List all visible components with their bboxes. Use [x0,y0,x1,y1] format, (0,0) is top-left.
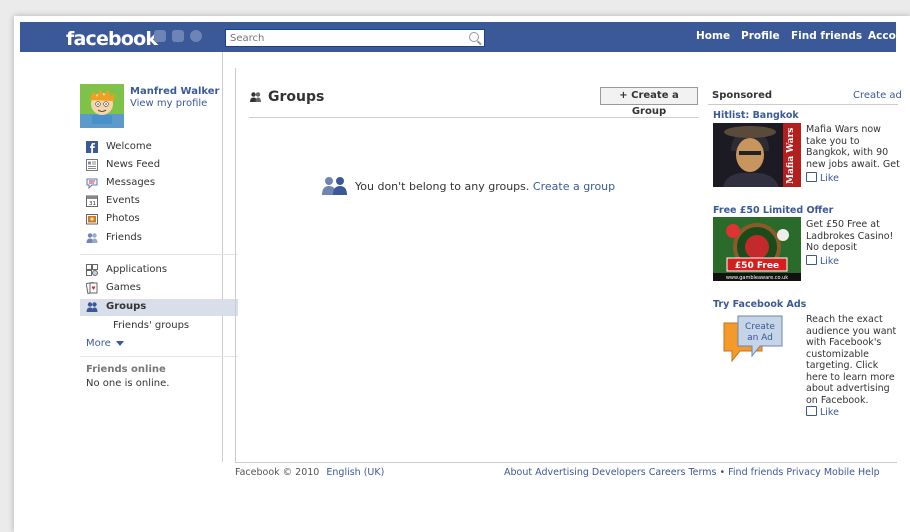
ad2-title[interactable]: Free £50 Limited Offer [713,205,833,216]
nav-home[interactable]: Home [696,30,730,42]
ad1-title[interactable]: Hitlist: Bangkok [713,110,799,121]
create-ad-link[interactable]: Create ad [853,90,902,101]
ad2-image[interactable]: £50 Free www.gambleaware.co.uk [713,217,801,281]
groups-title-icon [250,92,261,102]
create-group-button[interactable]: + Create a Group [600,87,698,117]
ad1-image[interactable]: Mafia Wars [713,123,801,187]
footer-help[interactable]: Help [858,467,880,478]
ad2-image-caption: www.gambleaware.co.uk [726,275,788,281]
photos-icon [86,214,98,225]
language-link[interactable]: English (UK) [326,467,384,478]
sidebar-divider [80,254,238,255]
nav-find-friends[interactable]: Find friends [791,30,862,42]
ad3-like[interactable]: Like [806,406,839,418]
user-name[interactable]: Manfred Walker [130,86,219,97]
footer-divider [235,462,897,463]
more-link[interactable]: More [86,338,124,349]
ad1-text: Mafia Wars now take you to Bangkok, with… [806,124,900,171]
empty-message: You don't belong to any groups. Create a… [355,180,616,193]
svg-text:Create: Create [745,322,775,332]
footer-advertising[interactable]: Advertising [535,467,589,478]
sidebar-item-games[interactable]: Games [86,282,238,298]
create-group-link[interactable]: Create a group [533,180,615,193]
thumbs-up-icon [806,255,817,265]
footer-terms[interactable]: Terms [688,467,716,478]
screen: { "header": { "logo": "facebook", "searc… [0,0,910,532]
footer-bullet: • [719,467,726,478]
footer-mobile[interactable]: Mobile [824,467,855,478]
main-left-border [235,68,236,462]
footer-careers[interactable]: Careers [649,467,686,478]
footer-left: Facebook © 2010 English (UK) [235,467,384,478]
nav-account[interactable]: Accou [868,30,903,42]
sidebar-divider-2 [80,356,238,357]
footer-privacy[interactable]: Privacy [786,467,820,478]
nav-profile[interactable]: Profile [741,30,780,42]
groups-icon [86,302,98,312]
ad3-text: Reach the exact audience you want with F… [806,314,897,406]
friends-icon [86,233,98,243]
top-bar: facebook Home Profile Find friends Accou [20,22,903,52]
footer-about[interactable]: About [504,467,532,478]
svg-text:31: 31 [89,201,96,207]
search-input[interactable] [230,31,460,45]
copyright: Facebook © 2010 [235,467,320,478]
friend-requests-icon[interactable] [154,30,166,42]
empty-groups-icon [322,177,347,195]
chevron-down-icon [115,341,124,346]
ad2-like[interactable]: Like [806,255,839,267]
sidebar-item-welcome[interactable]: Welcome [86,141,238,157]
ad3-image[interactable]: Create an Ad [720,313,786,373]
sidebar-subitem-friends-groups[interactable]: Friends' groups [113,320,189,331]
news-feed-icon [86,159,98,171]
notifications-icon[interactable] [190,30,202,42]
footer-developers[interactable]: Developers [592,467,646,478]
sponsored-title: Sponsored [712,90,773,101]
sidebar-item-friends[interactable]: Friends [86,232,238,248]
ad1-like[interactable]: Like [806,172,839,184]
sponsored-divider [708,104,898,105]
profile-picture[interactable] [80,84,124,128]
games-icon [86,282,98,294]
sidebar-item-applications[interactable]: Applications [86,264,238,280]
friends-online-text: No one is online. [86,378,170,389]
footer-links: About Advertising Developers Careers Ter… [504,467,880,478]
ad2-text: Get £50 Free at Ladbrokes Casino! No dep… [806,219,894,254]
sidebar-item-events[interactable]: 31 Events [86,195,238,211]
view-profile-link[interactable]: View my profile [130,98,207,109]
search-icon[interactable] [469,32,479,42]
svg-text:an Ad: an Ad [747,333,773,343]
sidebar-item-groups[interactable]: Groups [80,299,238,316]
sidebar-item-messages[interactable]: Messages [86,177,238,193]
calendar-icon: 31 [86,195,98,207]
messages-icon[interactable] [172,30,184,42]
facebook-logo[interactable]: facebook [66,28,158,50]
friends-online-title: Friends online [86,364,166,375]
page-title: Groups [268,89,325,105]
thumbs-up-icon [806,406,817,416]
footer-find-friends[interactable]: Find friends [728,467,783,478]
ad3-title[interactable]: Try Facebook Ads [713,299,806,310]
search-box [225,29,485,47]
messages-icon [86,178,98,189]
title-divider [249,117,699,118]
facebook-f-icon [86,141,98,153]
thumbs-up-icon [806,172,817,182]
sidebar-item-photos[interactable]: Photos [86,213,238,229]
sidebar-item-news-feed[interactable]: News Feed [86,159,238,175]
notification-jewels [154,30,208,45]
ad2-image-text: £50 Free [735,261,779,271]
applications-icon [86,264,98,276]
ad1-image-text: Mafia Wars [786,128,796,184]
